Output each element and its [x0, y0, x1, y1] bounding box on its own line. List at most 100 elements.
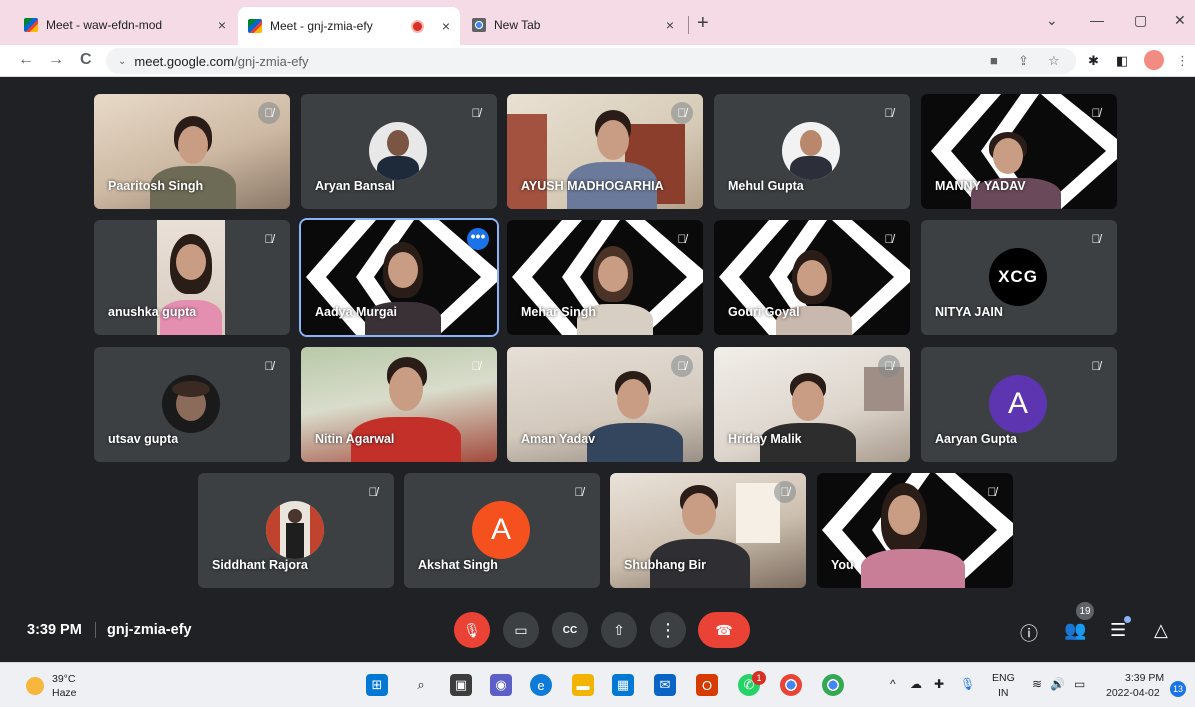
- language-indicator[interactable]: ENG: [992, 672, 1015, 684]
- url-path: /gnj-zmia-efy: [234, 53, 309, 69]
- weather-temperature[interactable]: 39°C: [52, 673, 75, 685]
- close-icon[interactable]: ×: [442, 18, 450, 34]
- system-clock-time[interactable]: 3:39 PM: [1125, 672, 1164, 684]
- back-button[interactable]: ←: [18, 51, 34, 69]
- participant-tile[interactable]: 🎙̸ Hriday Malik: [714, 347, 910, 462]
- microphone-tray-icon[interactable]: 🎙: [960, 677, 975, 691]
- participant-tile[interactable]: XCG 🎙̸ NITYA JAIN: [921, 220, 1117, 335]
- participant-tile[interactable]: 🎙̸ Shubhang Bir: [610, 473, 806, 588]
- reload-button[interactable]: C: [80, 51, 92, 69]
- file-explorer-icon[interactable]: ▬: [572, 674, 594, 696]
- profile-photo: [369, 122, 427, 180]
- app-tray-icon[interactable]: ✚: [934, 677, 944, 691]
- participant-tile[interactable]: 🎙̸ Aman Yadav: [507, 347, 703, 462]
- browser-toolbar: ← → C ⌄ meet.google.com/gnj-zmia-efy ■ ⇪…: [0, 45, 1195, 77]
- tab-title: Meet - waw-efdn-mod: [46, 17, 163, 32]
- chrome-icon: [472, 17, 486, 32]
- tab-meet-gnj-zmia-efy[interactable]: Meet - gnj-zmia-efy ×: [238, 7, 460, 45]
- minimize-button[interactable]: —: [1090, 12, 1104, 28]
- more-options-button[interactable]: ⋮: [650, 612, 686, 648]
- language-region[interactable]: IN: [998, 687, 1009, 699]
- participant-tile[interactable]: 🎙̸ AYUSH MADHOGARHIA: [507, 94, 703, 209]
- chrome-profile-icon[interactable]: [822, 674, 844, 696]
- side-panel-icon[interactable]: ◧: [1116, 53, 1128, 69]
- participant-tile[interactable]: 🎙̸ Mehar Singh: [507, 220, 703, 335]
- divider: [95, 622, 96, 638]
- weather-condition[interactable]: Haze: [52, 687, 77, 699]
- muted-mic-icon: 🎙̸: [878, 355, 900, 377]
- search-icon[interactable]: ⌕: [410, 674, 432, 696]
- participant-tile[interactable]: 🎙̸ anushka gupta: [94, 220, 290, 335]
- participant-tile[interactable]: 🎙̸ utsav gupta: [94, 347, 290, 462]
- show-hidden-icons-button[interactable]: ^: [890, 677, 896, 691]
- new-tab-button[interactable]: +: [697, 12, 709, 35]
- muted-mic-icon: 🎙̸: [471, 106, 481, 120]
- show-everyone-button[interactable]: 👥: [1064, 620, 1086, 641]
- more-options-button[interactable]: •••: [467, 228, 489, 250]
- maximize-button[interactable]: ▢: [1134, 12, 1147, 29]
- participant-tile[interactable]: 🎙̸ Mehul Gupta: [714, 94, 910, 209]
- wifi-icon[interactable]: ≋: [1032, 677, 1042, 691]
- forward-button[interactable]: →: [48, 51, 64, 69]
- edge-icon[interactable]: e: [530, 674, 552, 696]
- participant-name: anushka gupta: [108, 305, 197, 319]
- muted-mic-icon: 🎙̸: [258, 102, 280, 124]
- captions-button[interactable]: CC: [552, 612, 588, 648]
- tab-new-tab[interactable]: New Tab ×: [462, 7, 684, 42]
- person-face: [682, 493, 716, 535]
- weather-sun-icon[interactable]: [26, 677, 44, 695]
- microsoft-store-icon[interactable]: ▦: [612, 674, 634, 696]
- start-windows-icon[interactable]: ⊞: [366, 674, 388, 696]
- system-clock-date[interactable]: 2022-04-02: [1106, 687, 1160, 699]
- present-now-button[interactable]: ⇧: [601, 612, 637, 648]
- participant-tile[interactable]: A 🎙̸ Akshat Singh: [404, 473, 600, 588]
- teams-chat-icon[interactable]: ◉: [490, 674, 512, 696]
- participant-tile[interactable]: 🎙̸ Siddhant Rajora: [198, 473, 394, 588]
- participant-tile[interactable]: 🎙̸ Gouri Goyal: [714, 220, 910, 335]
- camera-toggle-button[interactable]: ▭: [503, 612, 539, 648]
- share-icon[interactable]: ⇪: [1018, 53, 1029, 69]
- meeting-details-button[interactable]: ⓘ: [1020, 620, 1038, 646]
- close-icon[interactable]: ×: [666, 17, 674, 33]
- participant-tile[interactable]: 🎙̸ MANNY YADAV: [921, 94, 1117, 209]
- notification-count-badge[interactable]: 13: [1170, 681, 1186, 697]
- meeting-code: gnj-zmia-efy: [107, 622, 192, 638]
- unread-dot: [1124, 616, 1131, 623]
- chat-button[interactable]: ☰: [1110, 620, 1126, 641]
- info-icon: ⓘ: [1020, 624, 1038, 644]
- muted-mic-icon: 🎙̸: [1091, 359, 1101, 373]
- battery-icon[interactable]: ▭: [1074, 677, 1085, 691]
- address-bar[interactable]: ⌄ meet.google.com/gnj-zmia-efy: [106, 48, 1076, 74]
- mail-icon[interactable]: ✉: [654, 674, 676, 696]
- task-view-icon[interactable]: ▣: [450, 674, 472, 696]
- volume-icon[interactable]: 🔊: [1050, 677, 1065, 691]
- camera-in-use-icon[interactable]: ■: [990, 53, 998, 68]
- activities-button[interactable]: △: [1154, 620, 1168, 641]
- participant-tile[interactable]: 🎙̸ Aryan Bansal: [301, 94, 497, 209]
- profile-avatar[interactable]: [1144, 50, 1164, 70]
- meeting-clock: 3:39 PM: [27, 622, 82, 638]
- onedrive-icon[interactable]: ☁: [910, 677, 922, 691]
- muted-mic-icon: 🎙̸: [574, 485, 584, 499]
- leave-call-button[interactable]: ☎: [698, 612, 750, 648]
- mic-toggle-button[interactable]: 🎙: [454, 612, 490, 648]
- participant-tile[interactable]: A 🎙̸ Aaryan Gupta: [921, 347, 1117, 462]
- person-face: [797, 260, 827, 296]
- site-info-icon[interactable]: ⌄: [118, 56, 126, 67]
- window-close-button[interactable]: ✕: [1174, 12, 1186, 29]
- activities-icon: △: [1154, 620, 1168, 640]
- muted-mic-icon: 🎙̸: [471, 359, 481, 373]
- participant-tile-self[interactable]: 🎙̸ You: [817, 473, 1013, 588]
- participant-tile[interactable]: 🎙̸ Paaritosh Singh: [94, 94, 290, 209]
- bookmark-star-icon[interactable]: ☆: [1048, 53, 1060, 69]
- browser-menu-icon[interactable]: ⋮: [1176, 53, 1189, 69]
- close-icon[interactable]: ×: [218, 17, 226, 33]
- tab-search-icon[interactable]: ⌄: [1046, 12, 1058, 29]
- office-icon[interactable]: O: [696, 674, 718, 696]
- muted-mic-icon: 🎙̸: [264, 232, 274, 246]
- extensions-icon[interactable]: ✱: [1088, 53, 1099, 69]
- participant-tile[interactable]: 🎙̸ Nitin Agarwal: [301, 347, 497, 462]
- tab-meet-waw-efdn-mod[interactable]: Meet - waw-efdn-mod ×: [14, 7, 236, 42]
- participant-tile[interactable]: ••• Aadya Murgai: [299, 218, 499, 337]
- chrome-icon[interactable]: [780, 674, 802, 696]
